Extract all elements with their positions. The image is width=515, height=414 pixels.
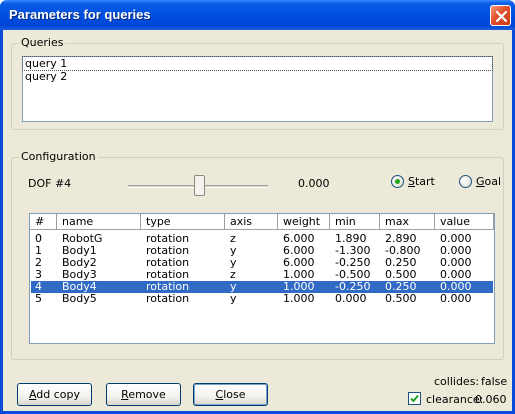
close-window-button[interactable] (490, 5, 511, 26)
column-header[interactable]: type (141, 214, 225, 230)
dof-label: DOF #4 (28, 177, 72, 190)
queries-legend: Queries (19, 36, 66, 49)
checkmark-icon (410, 394, 419, 403)
table-cell: 0.000 (440, 292, 472, 305)
goal-radio[interactable] (459, 175, 472, 188)
table-row[interactable]: 4 Body4 rotation y 1.000 -0.250 0.250 0.000 (31, 281, 493, 293)
dialog-client: Queries query 1 query 2 Configuration DOF… (3, 30, 512, 411)
query-list-item[interactable]: query 2 (23, 70, 492, 83)
queries-group: Queries query 1 query 2 (11, 36, 504, 130)
collides-value: false (481, 375, 508, 388)
table-cell: y (230, 292, 237, 305)
window-title: Parameters for queries (9, 7, 151, 22)
column-header[interactable]: max (380, 214, 435, 230)
table-row[interactable]: 0 RobotG rotation z 6.000 1.890 2.890 0.000 (31, 233, 493, 245)
column-header[interactable]: name (57, 214, 141, 230)
table-cell: 0.500 (385, 292, 417, 305)
table-cell: rotation (146, 292, 190, 305)
goal-radio-label[interactable]: Goal (476, 175, 501, 188)
table-cell: 1.000 (283, 292, 315, 305)
add-copy-button[interactable]: Add copy (17, 383, 92, 406)
close-button[interactable]: Close (193, 383, 268, 406)
close-icon (495, 10, 508, 23)
configuration-legend: Configuration (19, 150, 98, 163)
queries-list[interactable]: query 1 query 2 (22, 56, 493, 122)
dof-value: 0.000 (298, 177, 330, 190)
title-bar[interactable]: Parameters for queries (0, 0, 515, 30)
query-list-item[interactable]: query 1 (22, 56, 493, 71)
clearance-checkbox[interactable] (408, 392, 421, 405)
table-cell: 0.000 (335, 292, 367, 305)
start-radio-label[interactable]: Start (408, 175, 435, 188)
column-header[interactable]: weight (278, 214, 330, 230)
clearance-value: 0.060 (475, 393, 507, 406)
column-header[interactable]: value (435, 214, 494, 230)
table-row[interactable]: 1 Body1 rotation y 6.000 -1.300 -0.800 0.000 (31, 245, 493, 257)
table-cell: Body5 (62, 292, 97, 305)
table-row[interactable]: 5 Body5 rotation y 1.000 0.000 0.500 0.000 (31, 293, 493, 305)
column-header[interactable]: axis (225, 214, 278, 230)
parameters-table[interactable]: # name type axis weight min max value 0 RobotG ro… (29, 213, 495, 344)
remove-button[interactable]: Remove (106, 383, 181, 406)
column-header[interactable]: # (30, 214, 57, 230)
start-radio[interactable] (391, 175, 404, 188)
dof-slider-thumb[interactable] (193, 175, 205, 196)
dialog-window: Parameters for queries Queries query 1 qu… (0, 0, 515, 414)
table-cell: 5 (35, 292, 42, 305)
collides-label: collides: (434, 375, 480, 388)
table-row[interactable]: 2 Body2 rotation y 6.000 -0.250 0.250 0.000 (31, 257, 493, 269)
configuration-group: Configuration DOF #4 0.000 Start Goal # n… (11, 150, 504, 360)
table-row[interactable]: 3 Body3 rotation z 1.000 -0.500 0.500 0.000 (31, 269, 493, 281)
column-header[interactable]: min (330, 214, 380, 230)
